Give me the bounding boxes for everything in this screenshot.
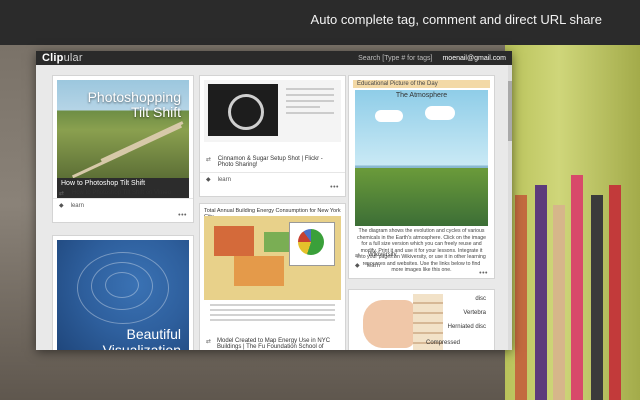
tag-label[interactable]: learn (367, 263, 380, 269)
clipular-window: Clipular Search [Type # for tags] moenai… (36, 51, 512, 350)
clip-title-row: ⇄ Cinnamon & Sugar Setup Shot | Flickr -… (206, 156, 339, 168)
clip-title[interactable]: Cinnamon & Sugar Setup Shot | Flickr - P… (218, 156, 339, 168)
land-shape (355, 168, 488, 226)
text-line (286, 94, 334, 96)
book (515, 195, 527, 400)
book (571, 175, 583, 400)
logo-bold: Clip (42, 52, 64, 64)
photo-thumbnail (208, 84, 278, 136)
book (591, 195, 603, 400)
lamp-shape (228, 94, 264, 130)
text-line (286, 112, 334, 114)
text-line (286, 106, 320, 108)
clip-title[interactable]: How to Photoshop Tilt Shift on Vimeo (72, 190, 171, 196)
more-icon[interactable]: ••• (330, 184, 339, 191)
clip-title[interactable]: Model Created to Map Energy Use in NYC B… (217, 338, 339, 350)
cloud-shape (375, 110, 403, 122)
more-icon[interactable]: ••• (479, 270, 488, 277)
clip-title-row: ⇄ How to Photoshop Tilt Shift on Vimeo (59, 190, 187, 197)
body-shape (363, 300, 415, 348)
clip-card[interactable]: Photoshopping Tilt Shift How to Photosho… (52, 75, 194, 223)
diagram-label: Compressed (425, 340, 460, 346)
scroll-thumb[interactable] (508, 81, 512, 141)
divider (53, 198, 193, 199)
text-line (210, 314, 335, 316)
clip-card[interactable]: Total Annual Building Energy Consumption… (199, 203, 346, 350)
user-email[interactable]: moenail@gmail.com (442, 55, 506, 62)
road-shape (71, 124, 183, 179)
clip-image[interactable] (204, 80, 341, 142)
clip-image[interactable]: Beautiful Visualization (57, 240, 189, 350)
tag-row: ◆ learn (59, 202, 84, 210)
tag-icon: ◆ (355, 263, 360, 269)
link-icon: ⇄ (355, 253, 361, 259)
clip-image[interactable]: The Atmosphere (355, 90, 488, 226)
link-icon: ⇄ (59, 191, 65, 197)
road-shape (100, 121, 184, 162)
clip-card[interactable]: Educational Picture of the Day The Atmos… (348, 75, 495, 279)
tagline: Auto complete tag, comment and direct UR… (310, 12, 602, 27)
diagram-label: disc (475, 296, 486, 302)
card-header: Educational Picture of the Day (353, 80, 490, 88)
contour-line (105, 272, 139, 298)
clip-card[interactable]: Beautiful Visualization (52, 235, 194, 350)
tag-label[interactable]: learn (71, 203, 84, 209)
text-line (286, 100, 334, 102)
link-icon: ⇄ (206, 339, 212, 345)
tag-icon: ◆ (206, 177, 211, 183)
search-input[interactable]: Search [Type # for tags] (358, 55, 432, 62)
tag-row: ◆ learn (206, 176, 231, 184)
text-line (286, 88, 334, 90)
image-label: The Atmosphere (395, 92, 448, 99)
tag-label[interactable]: learn (218, 177, 231, 183)
image-title: Photoshopping Tilt Shift (87, 89, 181, 120)
clip-title[interactable]: Wikiversity (368, 252, 397, 258)
text-lines (286, 88, 334, 118)
clip-image[interactable]: Photoshopping Tilt Shift (57, 80, 189, 180)
image-title: Beautiful Visualization (102, 326, 181, 350)
divider (200, 172, 345, 173)
blurred-bookshelf (505, 45, 640, 400)
clipular-logo[interactable]: Clipular (42, 52, 83, 64)
clip-image[interactable]: disc Vertebra Herniated disc Compressed (353, 294, 490, 350)
map-zone (264, 232, 290, 252)
clip-card[interactable]: ⇄ Cinnamon & Sugar Setup Shot | Flickr -… (199, 75, 346, 197)
text-line (210, 304, 335, 306)
tag-row: ◆ learn (355, 262, 380, 270)
link-icon: ⇄ (206, 157, 212, 163)
diagram-label: Vertebra (463, 310, 486, 316)
clip-image[interactable] (204, 216, 341, 300)
top-bar: Clipular Search [Type # for tags] moenai… (36, 51, 512, 65)
logo-light: ular (63, 52, 83, 64)
text-line (210, 309, 335, 311)
text-line (210, 319, 335, 321)
more-icon[interactable]: ••• (178, 212, 187, 219)
clip-card[interactable]: disc Vertebra Herniated disc Compressed (348, 289, 495, 350)
map-zone (234, 256, 284, 286)
clip-title-row: ⇄ Wikiversity (355, 252, 488, 259)
book (535, 185, 547, 400)
pie-shape (298, 229, 324, 255)
diagram-label: Herniated disc (447, 324, 486, 330)
text-lines (210, 304, 335, 324)
map-zone (214, 226, 254, 256)
book (553, 205, 565, 400)
clip-title-row: ⇄ Model Created to Map Energy Use in NYC… (206, 338, 339, 350)
tag-icon: ◆ (59, 203, 64, 209)
cloud-shape (425, 106, 455, 120)
pie-chart (289, 222, 335, 266)
book (609, 185, 621, 400)
